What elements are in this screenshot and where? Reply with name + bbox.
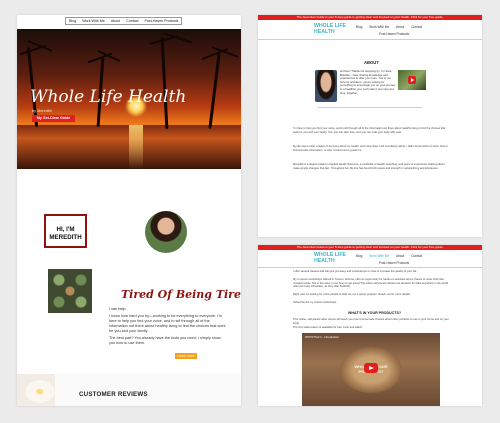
logo-line-2: HEALTH [314,28,335,35]
nav-about[interactable]: About [396,254,404,258]
nav-work-with-me[interactable]: Work With Me [79,18,108,24]
promo-banner[interactable]: The Get-Clear Guide is your 5-step guide… [258,15,482,20]
workshop-paragraph: Right now I'm looking for a few people t… [293,293,411,296]
tired-paragraph: I know how hard you try—working to be ev… [109,314,226,333]
intro-line-2: MEREDITH [49,233,82,241]
products-paragraph: The first video lesson is available for … [293,326,363,329]
logo-line-2: HEALTH [314,257,335,264]
nav-blog[interactable]: Blog [66,18,79,24]
tired-greeting: I can help. [109,307,127,311]
about-paragraph: Meredith is a degree holder in Applied H… [293,163,445,170]
nav-products[interactable]: Post-Haven Products [379,261,409,265]
avatar [145,211,187,253]
nav-work-with-me[interactable]: Work With Me [369,25,389,29]
nav-contact[interactable]: Contact [123,18,141,24]
top-nav: Blog Work With Me About Contact [356,25,428,29]
learn-more-button[interactable]: Learn more [175,353,197,359]
sun-reflection [129,125,143,169]
about-intro: Hi there! Thanks for stopping by. I'm Sa… [340,69,396,95]
nav-products[interactable]: Post-Haven Products [142,18,182,24]
nav-blog[interactable]: Blog [356,254,362,258]
video-thumbnail[interactable] [398,70,426,90]
nav-about[interactable]: About [396,25,404,29]
portrait-photo [315,70,337,102]
nav-about[interactable]: About [108,18,123,24]
nav-blog[interactable]: Blog [356,25,362,29]
intro-line-1: HI, I'M [56,226,75,233]
workshop-paragraph: Subscribe for my custom workshops. [293,301,337,304]
homepage-screenshot: Blog Work With Me About Contact Post-Hav… [17,15,241,406]
palm-tree-trunk [208,53,221,129]
nav-contact[interactable]: Contact [411,254,422,258]
workshop-paragraph: My in-person workshops offered in Tucson… [293,278,449,289]
site-byline: by Meredith [32,109,52,113]
header-divider [258,267,482,268]
section-divider [318,107,422,108]
workshop-paragraph: I offer several classes that will give y… [293,270,417,273]
products-paragraph: This online, self-paced video course wil… [293,318,449,325]
site-title: Whole Life Health [30,87,187,107]
play-icon[interactable] [408,76,416,84]
site-logo[interactable]: WHOLE LIFE HEALTH [314,23,346,35]
about-paragraph: My life was a roller coaster of worrying… [293,145,448,152]
header-divider [258,39,482,40]
reviews-heading: CUSTOMER REVIEWS [79,391,148,398]
nav-contact[interactable]: Contact [411,25,422,29]
site-logo[interactable]: WHOLE LIFE HEALTH [314,252,346,264]
hero-banner: Whole Life Health by Meredith My Get-Cle… [17,29,241,169]
get-clear-guide-button[interactable]: My Get-Clear Guide [32,115,75,122]
tired-paragraph: The best part? You already have the tool… [109,336,221,345]
top-nav: Blog Work With Me About Contact [356,254,428,258]
play-icon[interactable] [364,363,378,373]
intro-box: HI, I'M MEREDITH [44,214,87,248]
palm-tree-trunk [160,36,169,130]
succulents-photo [48,269,92,313]
nav-products[interactable]: Post-Haven Products [379,32,409,36]
work-with-me-page-screenshot: The Get-Clear Guide is your 5-step guide… [258,245,482,406]
video-title: WOYP Part 1 - Introduction [305,335,339,339]
reviews-section [55,374,241,406]
about-page-screenshot: The Get-Clear Guide is your 5-step guide… [258,15,482,237]
about-paragraph: I'm here to help you find your voice, an… [293,127,446,134]
video-player[interactable]: WOYP Part 1 - Introduction WHAT'S IN YOU… [302,333,440,406]
about-heading: ABOUT [364,60,379,65]
promo-banner[interactable]: The Get-Clear Guide is your 5-step guide… [258,245,482,250]
products-heading: WHAT'S IN YOUR PRODUCTS? [348,311,402,315]
tired-heading: Tired Of Being Tired? [121,288,241,301]
nav-work-with-me[interactable]: Work With Me [369,254,389,258]
top-nav: Blog Work With Me About Contact Post-Hav… [65,17,183,25]
plumeria-flower-photo [17,374,55,406]
